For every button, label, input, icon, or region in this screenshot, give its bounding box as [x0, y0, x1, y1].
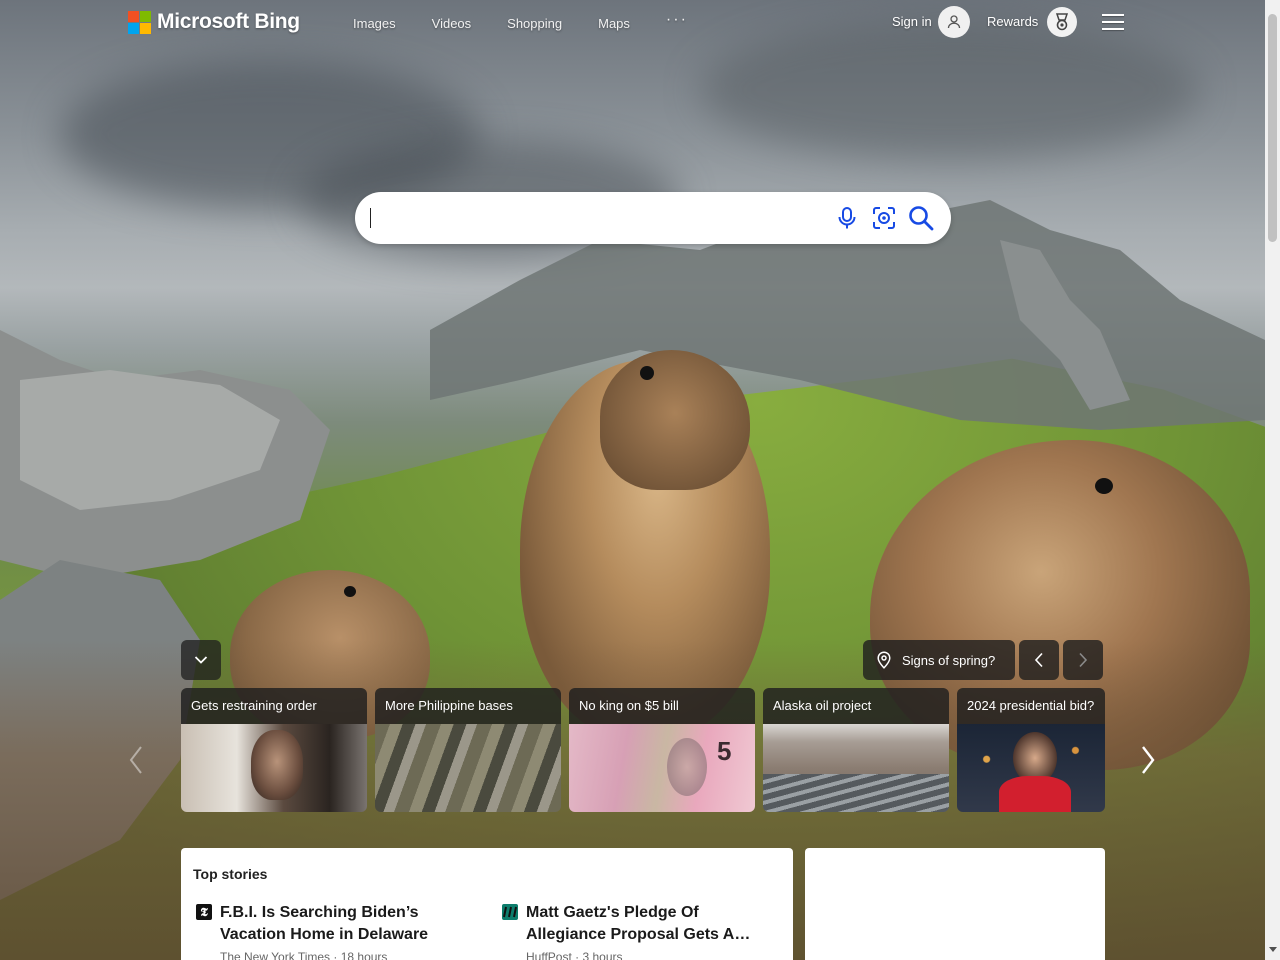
chevron-right-icon [1142, 746, 1155, 774]
search-input[interactable] [369, 204, 823, 234]
sign-in-link[interactable]: Sign in [892, 14, 932, 29]
trending-card-image: 5 [569, 724, 755, 812]
search-box [355, 192, 951, 244]
story-title[interactable]: Matt Gaetz's Pledge Of Allegiance Propos… [526, 902, 776, 946]
background-photo [0, 0, 1265, 960]
nav-maps[interactable]: Maps [598, 16, 630, 31]
trending-card-caption: More Philippine bases [375, 688, 561, 724]
collapse-feed-button[interactable] [181, 640, 221, 680]
visual-search-icon[interactable] [870, 204, 898, 232]
text-cursor [370, 208, 371, 228]
rewards-link[interactable]: Rewards [987, 14, 1038, 29]
chevron-right-icon [1079, 652, 1088, 668]
previous-image-button[interactable] [1019, 640, 1059, 680]
bing-logo[interactable]: Microsoft Bing [128, 10, 300, 34]
chevron-left-icon [1034, 652, 1043, 668]
scroll-down-arrow-icon[interactable] [1269, 947, 1277, 952]
trending-card-image [763, 724, 949, 812]
chevron-left-icon [129, 746, 142, 774]
menu-icon[interactable] [1102, 14, 1124, 30]
nav-images[interactable]: Images [353, 16, 396, 31]
trending-card-image [957, 724, 1105, 812]
trending-card-image [375, 724, 561, 812]
image-location-label: Signs of spring? [902, 652, 996, 668]
carousel-next-button[interactable] [1136, 742, 1160, 778]
trending-card[interactable]: 2024 presidential bid? [957, 688, 1105, 812]
nav-more-button[interactable]: ··· [666, 11, 688, 29]
trending-card[interactable]: No king on $5 bill 5 [569, 688, 755, 812]
brand-name: Microsoft Bing [157, 10, 300, 33]
story-source: The New York Times · 18 hours [220, 950, 388, 960]
trending-card-caption: Alaska oil project [763, 688, 949, 724]
carousel-prev-button[interactable] [124, 742, 148, 778]
next-image-button[interactable] [1063, 640, 1103, 680]
huffpost-logo-icon [502, 904, 518, 920]
user-avatar-icon[interactable] [938, 6, 970, 38]
top-stories-heading: Top stories [193, 866, 268, 882]
search-icon[interactable] [907, 204, 935, 232]
trending-card[interactable]: Alaska oil project [763, 688, 949, 812]
image-info-button[interactable]: Signs of spring? [863, 640, 1015, 680]
page-scrollbar[interactable] [1265, 0, 1280, 960]
location-pin-icon [876, 651, 892, 669]
rewards-medal-icon[interactable] [1047, 7, 1077, 37]
story-source: HuffPost · 3 hours [526, 950, 623, 960]
main-nav: Images Videos Shopping Maps ··· [353, 11, 724, 32]
nav-shopping[interactable]: Shopping [507, 16, 562, 31]
microsoft-logo-icon [128, 10, 151, 34]
top-header: Microsoft Bing Images Videos Shopping Ma… [0, 0, 1265, 46]
trending-card-caption: 2024 presidential bid? [957, 688, 1105, 724]
microphone-icon[interactable] [833, 204, 861, 232]
trending-card[interactable]: More Philippine bases [375, 688, 561, 812]
trending-card-caption: Gets restraining order [181, 688, 367, 724]
trending-card-image [181, 724, 367, 812]
nyt-logo-icon: 𝕿 [196, 904, 212, 920]
story-title[interactable]: F.B.I. Is Searching Biden’s Vacation Hom… [220, 902, 470, 946]
top-stories-panel: Top stories 𝕿 F.B.I. Is Searching Biden’… [181, 848, 793, 960]
side-panel [805, 848, 1105, 960]
trending-card-caption: No king on $5 bill [569, 688, 755, 724]
scrollbar-thumb[interactable] [1268, 14, 1277, 242]
trending-card[interactable]: Gets restraining order [181, 688, 367, 812]
chevron-down-icon [194, 656, 208, 664]
nav-videos[interactable]: Videos [432, 16, 472, 31]
trending-carousel: Gets restraining order More Philippine b… [181, 688, 1105, 812]
